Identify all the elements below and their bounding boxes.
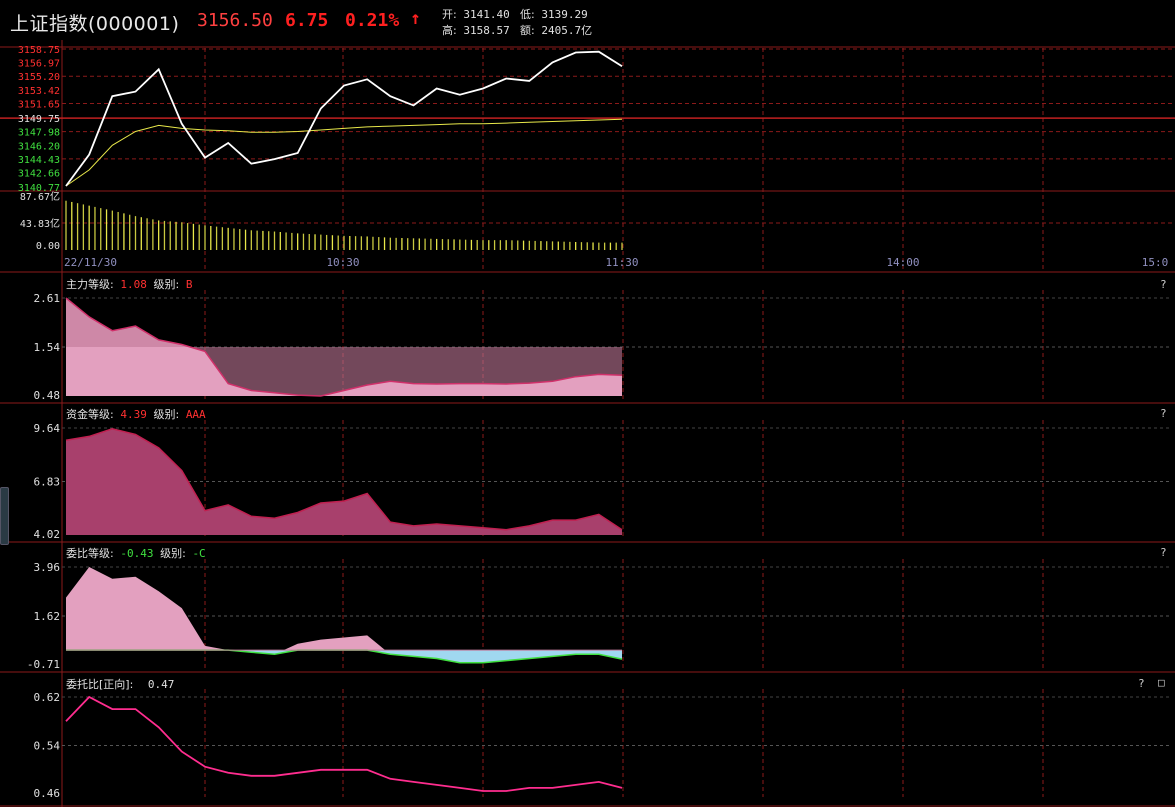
- panel4-help-icon[interactable]: ?: [1138, 677, 1145, 690]
- panel4-tick-label: 0.62: [34, 691, 61, 704]
- panel1-grade-label: 级别:: [153, 278, 180, 291]
- panel1-tick-label: 0.48: [34, 389, 61, 402]
- panel2-legend: 资金等级: 4.39 级别: AAA: [66, 406, 206, 422]
- panel2-grade-label: 级别:: [153, 408, 180, 421]
- price-tick-label: 3155.20: [18, 72, 60, 83]
- time-tick-label: 22/11/30: [64, 256, 117, 269]
- panel1-grade: B: [185, 278, 193, 291]
- panel3-tick-label: 3.96: [34, 561, 61, 574]
- panel2-tick-label: 9.64: [34, 422, 61, 435]
- panel2-help-icon[interactable]: ?: [1160, 407, 1167, 420]
- panel2-value: 4.39: [120, 408, 147, 421]
- price-tick-label: 3142.66: [18, 168, 60, 179]
- price-tick-label: 3156.97: [18, 59, 60, 70]
- vol-tick-label: 0.00: [36, 241, 60, 252]
- panel1-name: 主力等级:: [66, 278, 114, 291]
- vol-tick-label: 43.83亿: [20, 217, 60, 230]
- panel4-tick-label: 0.54: [34, 740, 61, 753]
- panel3-value: -0.43: [120, 547, 154, 560]
- panel1-tick-label: 1.54: [34, 341, 61, 354]
- avg-price-line: [65, 118, 623, 187]
- price-tick-label: 3151.65: [18, 99, 60, 110]
- panel3-tick-label: -0.71: [27, 658, 60, 671]
- time-tick-label: 11:30: [605, 256, 638, 269]
- price-tick-label: 3147.98: [18, 128, 60, 139]
- panel4-value: 0.47: [147, 678, 175, 691]
- panel2-name: 资金等级:: [66, 408, 114, 421]
- panel3-name: 委比等级:: [66, 547, 114, 560]
- intraday-chart-svg[interactable]: 3158.75 3156.97 3155.20 3153.42 3151.65 3149.…: [0, 0, 1175, 807]
- panel3-neg-area: [66, 650, 622, 663]
- panel2-tick-label: 4.02: [34, 528, 61, 541]
- panel4-legend: 委托比[正向]: 0.47: [66, 676, 174, 692]
- panel3-grade-label: 级别:: [160, 547, 186, 560]
- panel1-tick-label: 2.61: [34, 292, 61, 305]
- price-tick-label: 3149.75: [18, 114, 60, 125]
- price-tick-label: 3146.20: [18, 141, 60, 152]
- panel4-tick-label: 0.46: [34, 787, 61, 800]
- price-tick-label: 3158.75: [18, 45, 60, 56]
- side-collapse-handle[interactable]: [0, 487, 9, 545]
- price-tick-label: 3153.42: [18, 86, 60, 97]
- price-line: [65, 50, 623, 187]
- panel2-grade: AAA: [185, 408, 206, 421]
- panel3-legend: 委比等级: -0.43 级别: -C: [66, 545, 206, 561]
- panel3-help-icon[interactable]: ?: [1160, 546, 1167, 559]
- time-tick-label: 10:30: [326, 256, 359, 269]
- panel2-tick-label: 6.83: [34, 476, 61, 489]
- panel1-legend: 主力等级: 1.08 级别: B: [66, 276, 192, 292]
- price-tick-label: 3144.43: [18, 155, 60, 166]
- panel3-area: [66, 567, 622, 663]
- panel1-value: 1.08: [120, 278, 147, 291]
- panel4-maximize-icon[interactable]: □: [1158, 676, 1165, 689]
- vol-tick-label: 87.67亿: [20, 190, 60, 203]
- panel4-name: 委托比[正向]:: [66, 678, 134, 691]
- panel3-grade: -C: [192, 547, 206, 560]
- panel1-help-icon[interactable]: ?: [1160, 278, 1167, 291]
- time-tick-label: 15:0: [1142, 256, 1169, 269]
- panel4-line: [65, 695, 623, 792]
- time-tick-label: 14:00: [886, 256, 919, 269]
- panel3-tick-label: 1.62: [34, 610, 61, 623]
